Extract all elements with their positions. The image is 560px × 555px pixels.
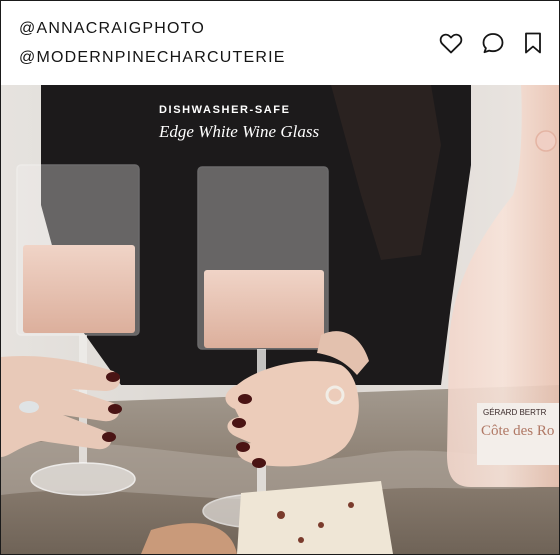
product-title: Edge White Wine Glass xyxy=(159,122,320,141)
heart-icon[interactable] xyxy=(439,32,463,54)
bottle-name: Côte des Ro xyxy=(481,423,554,439)
post-header: @ANNACRAIGPHOTO @MODERNPINECHARCUTERIE xyxy=(1,1,559,85)
product-kicker: DISHWASHER-SAFE xyxy=(159,104,291,116)
account-handle-primary[interactable]: @ANNACRAIGPHOTO xyxy=(19,20,205,38)
post-actions xyxy=(439,32,543,54)
comment-icon[interactable] xyxy=(481,32,505,54)
instagram-post-card: @ANNACRAIGPHOTO @MODERNPINECHARCUTERIE G… xyxy=(0,0,560,555)
account-handle-secondary[interactable]: @MODERNPINECHARCUTERIE xyxy=(19,49,286,67)
bookmark-icon[interactable] xyxy=(523,32,543,54)
product-caption: DISHWASHER-SAFE Edge White Wine Glass xyxy=(159,104,319,142)
bottle-brand: GÉRARD BERTR xyxy=(483,408,547,417)
post-photo[interactable]: GÉRARD BERTR Côte des Ro DISHWASHER-SAFE… xyxy=(1,85,559,554)
